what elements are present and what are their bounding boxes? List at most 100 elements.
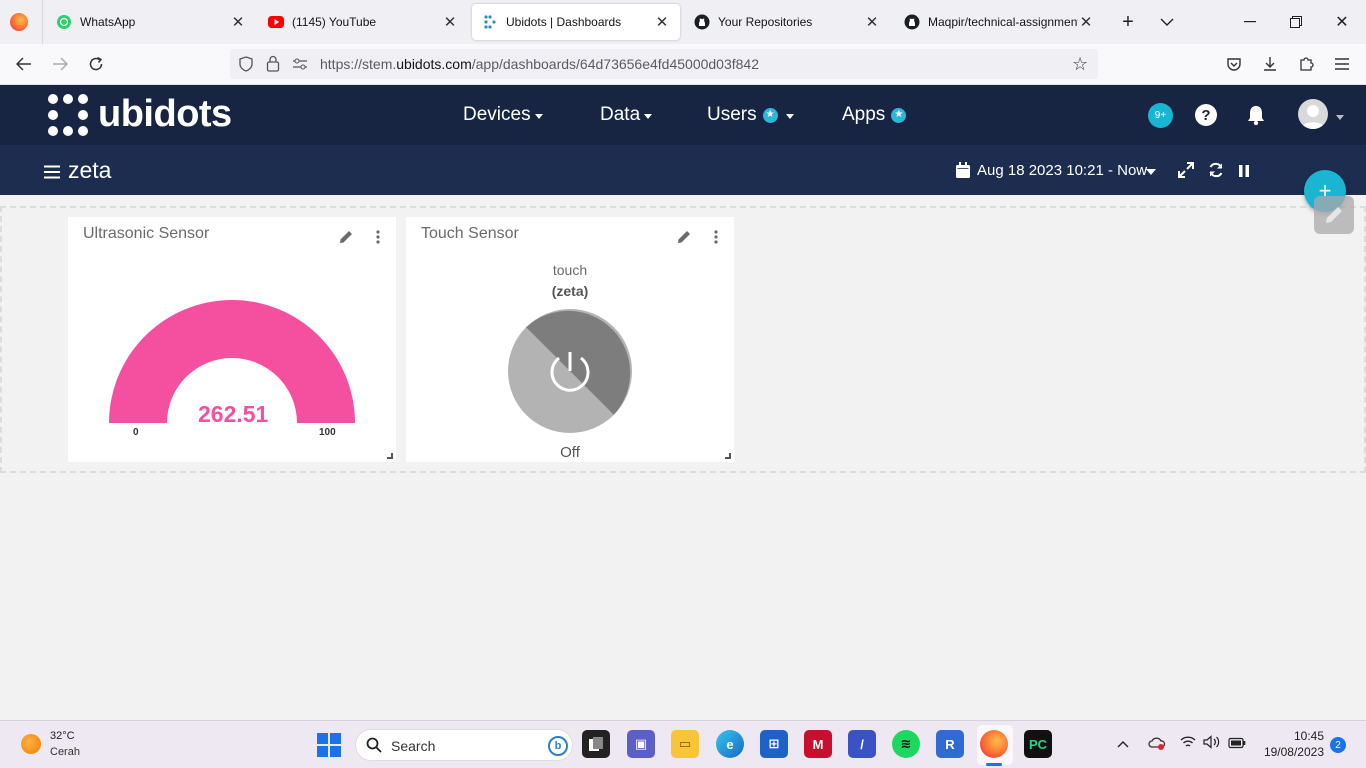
weather-temp[interactable]: 32°C (50, 730, 75, 742)
list-tabs-chevron-icon[interactable] (1155, 10, 1179, 34)
tab-your-repositories[interactable]: Your Repositories ✕ (684, 4, 890, 40)
hamburger-menu-icon[interactable] (1330, 52, 1354, 76)
windows-taskbar: 32°C Cerah Search b ▣ ▭ e ⊞ M / ≋ R PC 1… (0, 720, 1366, 768)
github-icon (694, 14, 710, 30)
pocket-icon[interactable] (1222, 52, 1246, 76)
tab-label: Maqpir/technical-assignment (928, 15, 1078, 29)
windows-start-icon[interactable] (317, 733, 341, 762)
refresh-icon[interactable] (1208, 162, 1224, 183)
restore-window-icon[interactable] (1284, 10, 1308, 34)
minimize-window-icon[interactable] (1238, 10, 1262, 34)
tab-maqpir-repo[interactable]: Maqpir/technical-assignment ✕ (894, 4, 1104, 40)
tab-close-icon[interactable]: ✕ (654, 13, 670, 31)
url-path: /app/dashboards/64d73656e4fd45000d03f842 (471, 56, 760, 72)
ubidots-logo-icon[interactable] (45, 93, 91, 142)
menu-users-label: Users (707, 104, 757, 125)
back-arrow-icon[interactable] (12, 52, 36, 76)
onedrive-icon[interactable] (1148, 736, 1166, 755)
more-options-icon[interactable] (368, 227, 388, 247)
firefox-taskbar-icon[interactable] (980, 730, 1008, 758)
more-options-icon[interactable] (706, 227, 726, 247)
firefox-menu-icon[interactable] (10, 13, 28, 31)
notification-center-badge[interactable]: 2 (1330, 737, 1346, 753)
widget-settings-icon[interactable] (1314, 196, 1354, 234)
microsoft-store-icon[interactable]: ⊞ (760, 730, 788, 758)
tab-close-icon[interactable]: ✕ (442, 13, 458, 31)
resize-handle-icon[interactable] (725, 453, 731, 459)
resize-handle-icon[interactable] (387, 453, 393, 459)
notifications-count-badge[interactable]: 9+ (1148, 103, 1173, 128)
menu-devices[interactable]: Devices (463, 104, 543, 126)
menu-users[interactable]: Users ★ (707, 104, 794, 126)
tab-ubidots[interactable]: Ubidots | Dashboards ✕ (472, 4, 680, 40)
tab-label: Your Repositories (718, 15, 813, 29)
mcafee-icon[interactable]: M (804, 730, 832, 758)
bookmark-star-icon[interactable]: ☆ (1072, 55, 1088, 73)
volume-icon[interactable] (1203, 735, 1221, 754)
fullscreen-expand-icon[interactable] (1178, 162, 1194, 183)
spotify-icon[interactable]: ≋ (892, 730, 920, 758)
reload-icon[interactable] (84, 52, 108, 76)
url-text[interactable]: https://stem.ubidots.com/app/dashboards/… (320, 56, 759, 72)
close-window-icon[interactable]: ✕ (1330, 10, 1354, 34)
arduino-ide-icon[interactable]: / (848, 730, 876, 758)
widget-title: Ultrasonic Sensor (83, 225, 210, 242)
extensions-icon[interactable] (1294, 52, 1318, 76)
pycharm-icon[interactable]: PC (1024, 730, 1052, 758)
task-view-icon[interactable] (582, 730, 610, 758)
new-tab-plus-icon[interactable]: + (1116, 10, 1140, 34)
device-label: (zeta) (551, 283, 589, 299)
downloads-icon[interactable] (1258, 52, 1282, 76)
clock-date[interactable]: 19/08/2023 (1254, 745, 1324, 759)
menu-data-label: Data (600, 104, 641, 125)
wifi-icon[interactable] (1180, 735, 1196, 754)
variable-label: touch (552, 262, 588, 278)
dashboard-name[interactable]: zeta (68, 157, 111, 184)
hamburger-menu-icon[interactable] (44, 165, 60, 184)
forward-arrow-icon[interactable] (48, 52, 72, 76)
edit-pencil-icon[interactable] (674, 227, 694, 247)
star-badge-icon: ★ (891, 107, 907, 123)
bell-icon[interactable] (1245, 104, 1267, 131)
weather-desc[interactable]: Cerah (50, 746, 80, 758)
shield-icon[interactable] (238, 56, 254, 77)
caret-down-icon (644, 114, 653, 119)
pause-icon[interactable] (1239, 164, 1249, 182)
switch-toggle[interactable] (508, 309, 632, 433)
lock-icon[interactable] (266, 55, 280, 77)
avatar[interactable] (1298, 99, 1328, 129)
tab-youtube[interactable]: (1145) YouTube ✕ (258, 4, 468, 40)
app-header: ubidots Devices Data Users ★ Apps ★ 9+ ? (0, 85, 1366, 145)
menu-data[interactable]: Data (600, 104, 653, 126)
tab-label: (1145) YouTube (292, 15, 377, 29)
calendar-icon[interactable] (956, 162, 970, 183)
widget-touch-sensor[interactable]: Touch Sensor touch (zeta) Off (406, 217, 734, 462)
widget-ultrasonic-sensor[interactable]: Ultrasonic Sensor 262.51 0 100 (68, 217, 396, 462)
teams-chat-icon[interactable]: ▣ (627, 730, 655, 758)
tab-close-icon[interactable]: ✕ (1078, 13, 1094, 31)
avatar-caret-icon[interactable] (1336, 115, 1344, 120)
rstudio-icon[interactable]: R (936, 730, 964, 758)
caret-down-icon (785, 114, 794, 119)
taskbar-search[interactable]: Search b (355, 729, 573, 761)
help-icon[interactable]: ? (1195, 104, 1217, 126)
tray-overflow-chevron-icon[interactable] (1117, 735, 1129, 753)
url-prefix: https://stem. (320, 56, 397, 72)
tab-close-icon[interactable]: ✕ (230, 13, 246, 31)
address-bar[interactable]: https://stem.ubidots.com/app/dashboards/… (230, 49, 1098, 79)
weather-sun-icon[interactable] (21, 734, 41, 754)
date-range-picker[interactable]: Aug 18 2023 10:21 - Now (977, 162, 1147, 179)
ubidots-logo-text[interactable]: ubidots (98, 93, 232, 136)
edit-pencil-icon[interactable] (336, 227, 356, 247)
menu-apps[interactable]: Apps ★ (842, 104, 907, 126)
date-range-caret-icon[interactable] (1146, 169, 1156, 175)
edge-browser-icon[interactable]: e (716, 730, 744, 758)
search-icon (366, 737, 382, 758)
file-explorer-icon[interactable]: ▭ (671, 730, 699, 758)
clock-time[interactable]: 10:45 (1266, 729, 1324, 743)
switch-state: Off (560, 444, 580, 461)
battery-icon[interactable] (1228, 736, 1246, 754)
tab-close-icon[interactable]: ✕ (864, 13, 880, 31)
tab-whatsapp[interactable]: WhatsApp ✕ (46, 4, 256, 40)
permissions-icon[interactable] (292, 57, 308, 76)
